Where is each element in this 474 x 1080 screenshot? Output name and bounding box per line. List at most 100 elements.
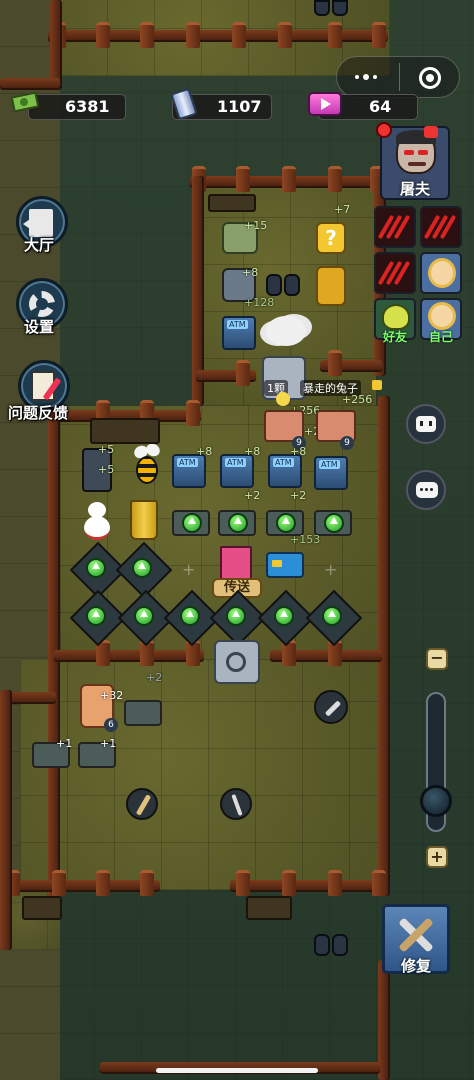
player-rabbit-avatar	[276, 392, 290, 406]
sheep-cloud[interactable]	[266, 316, 306, 346]
brush-tool-icon[interactable]	[126, 788, 158, 820]
fence-post	[282, 166, 296, 192]
upgrade-arrow-icon[interactable]	[228, 513, 248, 533]
upgrade-arrow-icon[interactable]	[182, 513, 202, 533]
fence	[0, 690, 10, 950]
float-text: +15	[244, 219, 268, 232]
fence	[0, 880, 160, 890]
player-slot-claw[interactable]	[420, 206, 462, 248]
atm-machine[interactable]: ATM	[314, 456, 348, 490]
video-ticket-icon	[308, 88, 342, 118]
friend-avatar[interactable]: 好友	[374, 298, 416, 344]
fence-post	[328, 870, 342, 896]
fence-post	[372, 870, 386, 896]
upgrade-arrow-icon[interactable]	[322, 606, 342, 626]
upgrade-arrow-icon[interactable]	[86, 606, 106, 626]
fence-post	[236, 360, 250, 386]
energy-value: 1107	[217, 97, 262, 116]
battery-icon	[168, 87, 198, 121]
home-indicator[interactable]	[156, 1068, 318, 1073]
bee-creature[interactable]	[128, 441, 164, 492]
repair-label: 修复	[400, 957, 431, 975]
upgrade-arrow-icon[interactable]	[180, 606, 200, 626]
ticket-value: 64	[369, 97, 392, 116]
upgrade-arrow-icon[interactable]	[324, 513, 344, 533]
fence	[50, 0, 60, 90]
anger-mark-icon	[424, 126, 438, 138]
float-text: +2	[146, 671, 163, 684]
player-avatar-girl[interactable]	[420, 252, 462, 294]
fork-tool-icon[interactable]	[220, 788, 252, 820]
fence-post	[96, 870, 110, 896]
player-slot-claw[interactable]	[374, 206, 416, 248]
fence	[378, 960, 388, 1080]
friend-label: 好友	[382, 330, 407, 344]
atm-machine[interactable]: ATM	[220, 454, 254, 488]
upgrade-arrow-icon[interactable]	[274, 606, 294, 626]
atm-machine[interactable]: ATM	[172, 454, 206, 488]
float-text: +2	[290, 489, 307, 502]
fence-post	[236, 870, 250, 896]
fence	[378, 396, 388, 896]
snowman[interactable]	[82, 502, 112, 542]
atm-machine[interactable]: ATM	[222, 316, 256, 350]
float-text: +153	[290, 533, 321, 546]
teleport-door[interactable]	[220, 546, 252, 582]
wrench-tool-icon[interactable]	[314, 690, 348, 724]
repair-button[interactable]: 修复	[382, 904, 450, 975]
zoom-in-button[interactable]: +	[426, 846, 448, 868]
fence-post	[328, 166, 342, 192]
float-text: +8	[242, 266, 259, 279]
atm-machine[interactable]: ATM	[268, 454, 302, 488]
player-slot-claw[interactable]	[374, 252, 416, 294]
float-text: +5	[98, 443, 115, 456]
gear-icon	[29, 291, 55, 317]
profile-card[interactable]: 屠夫	[376, 122, 450, 200]
binoculars-icon[interactable]	[266, 270, 302, 298]
float-text: +8	[244, 445, 261, 458]
crate	[22, 896, 62, 920]
self-avatar[interactable]: 自己	[420, 298, 462, 344]
upgrade-arrow-icon[interactable]	[86, 558, 106, 578]
level-badge: 6	[104, 718, 118, 732]
fence-post	[232, 22, 246, 48]
shout-icon	[372, 380, 382, 390]
fence-post	[278, 22, 292, 48]
zoom-out-button[interactable]: −	[426, 648, 448, 670]
close-mini-program-icon[interactable]	[419, 67, 441, 89]
upgrade-arrow-icon[interactable]	[276, 513, 296, 533]
upgrade-arrow-icon[interactable]	[132, 558, 152, 578]
upgrade-arrow-icon[interactable]	[134, 606, 154, 626]
cash-value: 6381	[65, 97, 110, 116]
float-text: +8	[290, 445, 307, 458]
fence-post	[52, 870, 66, 896]
robot-emote-button[interactable]	[406, 404, 446, 444]
float-text: +256	[342, 393, 373, 406]
upgrade-arrow-icon[interactable]	[226, 606, 246, 626]
float-text: +1	[56, 737, 73, 750]
binoculars-icon[interactable]	[314, 930, 350, 958]
binoculars-icon[interactable]	[314, 0, 350, 18]
mini-program-capsule[interactable]	[336, 56, 460, 98]
angry-icon	[376, 122, 392, 138]
build-slot[interactable]	[124, 700, 162, 726]
fence-post	[372, 22, 386, 48]
float-text: +1	[100, 737, 117, 750]
float-text: +2	[244, 489, 261, 502]
zoom-slider-thumb[interactable]	[420, 785, 452, 818]
float-text: +5	[98, 463, 115, 476]
more-icon[interactable]	[355, 74, 383, 80]
chat-button[interactable]	[406, 470, 446, 510]
empty-slot-plus-icon[interactable]: +	[324, 560, 337, 579]
fence-post	[328, 22, 342, 48]
crate	[90, 418, 160, 444]
vault-door[interactable]	[214, 640, 260, 684]
trash-bin[interactable]	[130, 500, 158, 540]
crate	[208, 194, 256, 212]
fence	[0, 78, 60, 88]
bank-card[interactable]	[266, 552, 304, 578]
mystery-box[interactable]: ?	[316, 222, 346, 254]
empty-slot-plus-icon[interactable]: +	[182, 560, 195, 579]
crate	[246, 896, 292, 920]
golden-door[interactable]	[316, 266, 346, 306]
